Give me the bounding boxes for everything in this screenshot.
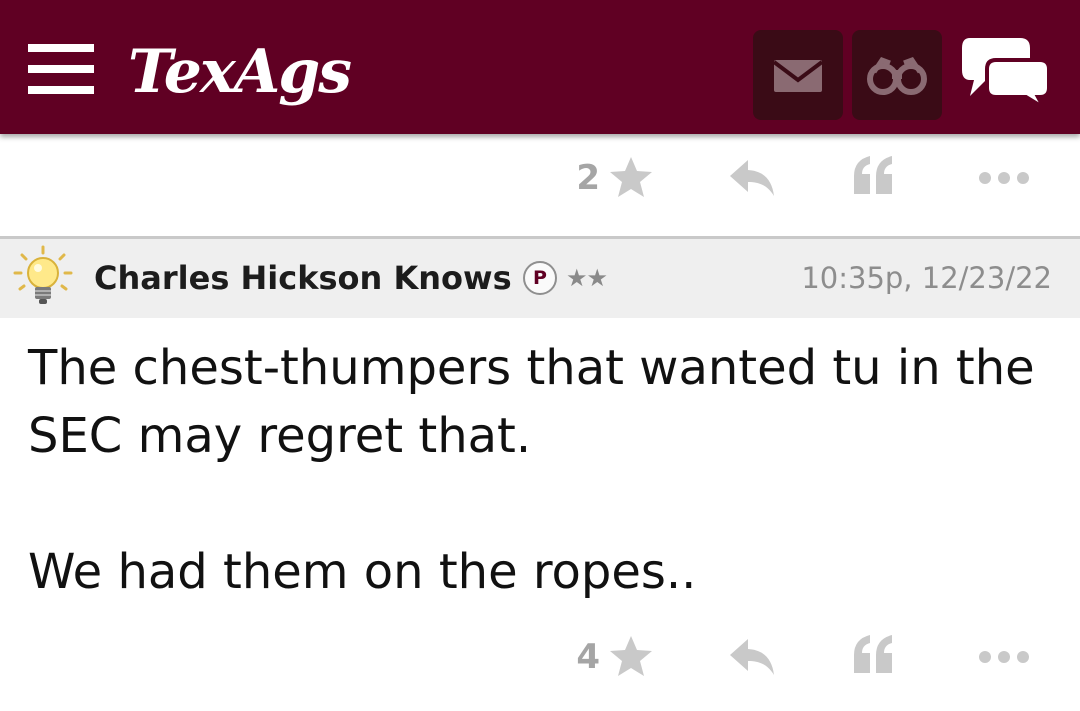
post-text-line: We had them on the ropes.. [28,544,697,600]
post-author-username[interactable]: Charles Hickson Knows [94,239,512,318]
quote-button[interactable] [852,617,898,697]
star-button[interactable] [606,138,656,218]
reply-button[interactable] [726,617,778,697]
user-rank-stars: ★★ [566,264,608,292]
reply-icon [730,639,774,675]
post-header: Charles Hickson Knows P ★★ 10:35p, 12/23… [0,236,1080,318]
post-timestamp[interactable]: 10:35p, 12/23/22 [801,239,1052,318]
star-button[interactable] [606,617,656,697]
post-body: The chest-thumpers that wanted tu in the… [28,334,1068,606]
quote-icon [854,635,892,673]
chat-icon[interactable] [960,36,1052,110]
premium-badge: P [523,261,557,295]
quote-button[interactable] [852,138,898,218]
post-action-bar: 4 [0,617,1080,697]
menu-icon[interactable] [28,44,94,94]
mail-icon [772,60,824,92]
more-icon [979,172,1029,184]
reply-icon [730,160,774,196]
post-text-line: The chest-thumpers that wanted tu in the [28,340,1035,396]
more-icon [979,651,1029,663]
star-icon [610,636,652,676]
reply-button[interactable] [726,138,778,218]
previous-post-action-bar: 2 [0,138,1080,218]
texags-logo[interactable]: TexAgs [128,32,352,112]
star-count: 2 [576,158,600,198]
post-text-line: SEC may regret that. [28,408,532,464]
more-options-button[interactable] [976,138,1032,218]
mail-button[interactable] [753,30,843,120]
star-icon [610,157,652,197]
more-options-button[interactable] [976,617,1032,697]
search-button[interactable] [852,30,942,120]
lightbulb-icon [13,245,73,304]
quote-icon [854,156,892,194]
binoculars-icon [867,56,927,95]
star-count: 4 [576,637,600,677]
top-navigation-bar: TexAgs [0,0,1080,134]
